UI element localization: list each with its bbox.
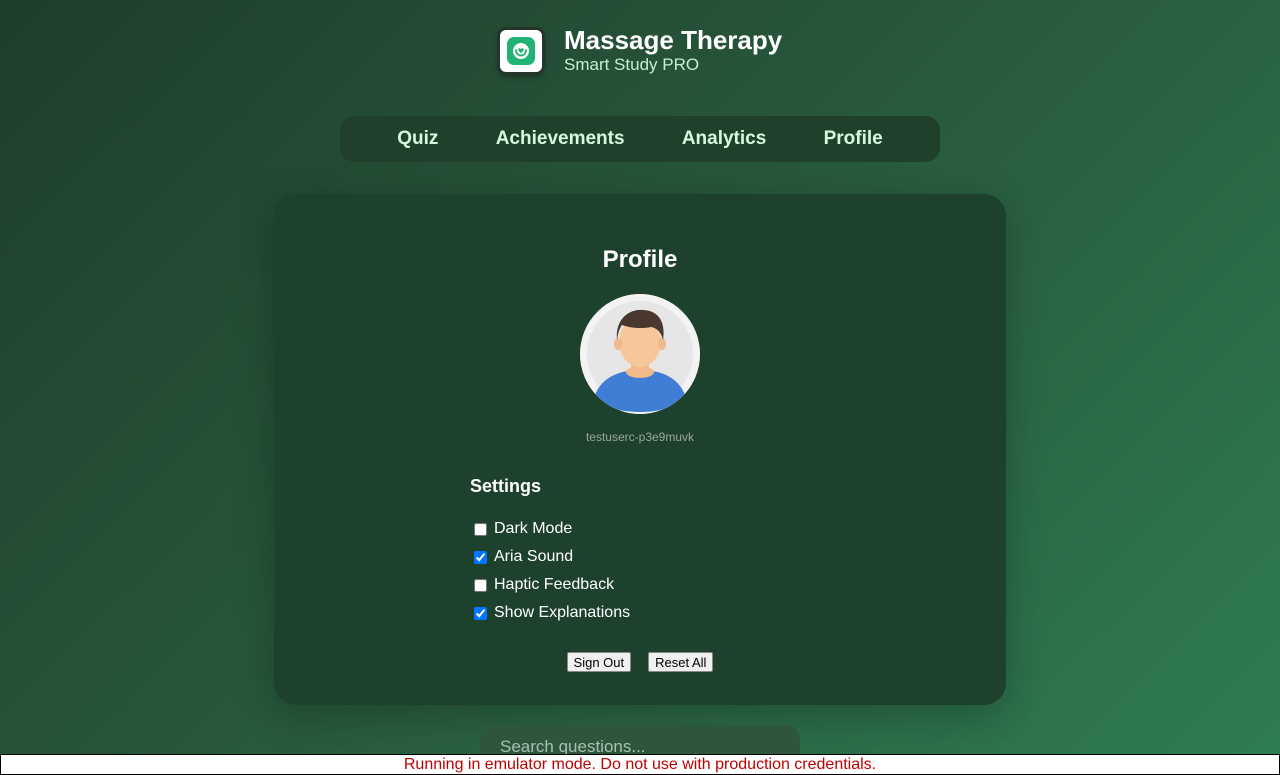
page-title: Profile (602, 246, 678, 273)
nav-item-achievements[interactable]: Achievements (496, 128, 625, 150)
app-header: Massage Therapy Smart Study PRO (500, 26, 782, 76)
main-nav: Quiz Achievements Analytics Profile (340, 116, 940, 162)
setting-show-explanations[interactable]: Show Explanations (470, 599, 770, 627)
nav-item-quiz[interactable]: Quiz (397, 128, 438, 150)
nav-item-analytics[interactable]: Analytics (682, 128, 766, 150)
profile-actions: Sign Out Reset All (274, 652, 1006, 672)
reset-all-button[interactable]: Reset All (648, 652, 714, 672)
user-avatar-icon (580, 294, 700, 414)
setting-label: Haptic Feedback (494, 576, 615, 593)
settings-title: Settings (470, 476, 542, 496)
app-logo (500, 30, 542, 72)
profile-card: Profile testuserc-p3e9muvk Settings Dark… (274, 194, 1006, 705)
setting-dark-mode[interactable]: Dark Mode (470, 515, 770, 543)
haptic-feedback-checkbox[interactable] (474, 578, 487, 592)
settings-section: Settings Dark Mode Aria Sound Haptic Fee… (470, 476, 770, 627)
sign-out-button[interactable]: Sign Out (566, 652, 632, 672)
dark-mode-checkbox[interactable] (474, 522, 487, 536)
setting-label: Show Explanations (494, 604, 631, 621)
username: testuserc-p3e9muvk (585, 430, 695, 444)
show-explanations-checkbox[interactable] (474, 606, 487, 620)
setting-label: Dark Mode (494, 520, 573, 537)
setting-haptic-feedback[interactable]: Haptic Feedback (470, 571, 770, 599)
aria-sound-checkbox[interactable] (474, 550, 487, 564)
setting-label: Aria Sound (494, 548, 574, 565)
app-title: Massage Therapy (564, 25, 783, 55)
app-subtitle: Smart Study PRO (564, 55, 700, 74)
nav-item-profile[interactable]: Profile (824, 128, 883, 150)
setting-aria-sound[interactable]: Aria Sound (470, 543, 770, 571)
hands-heart-icon (507, 37, 535, 65)
emulator-warning-banner: Running in emulator mode. Do not use wit… (0, 754, 1280, 775)
